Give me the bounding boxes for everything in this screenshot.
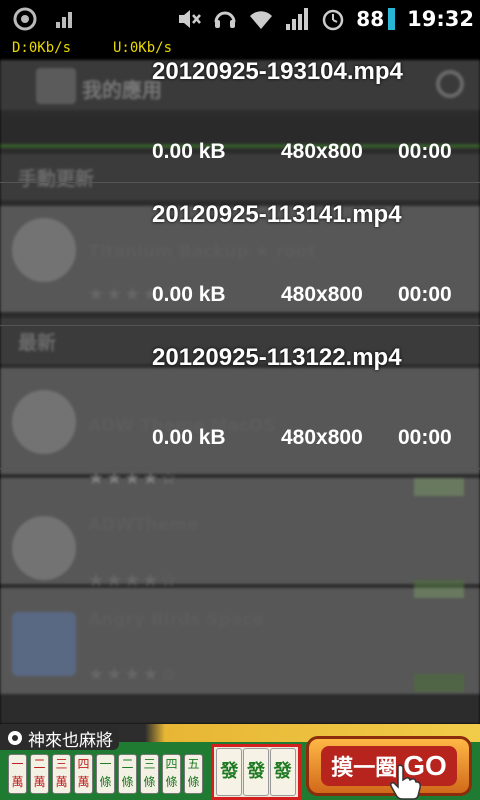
status-left (12, 6, 78, 32)
video-duration: 00:00 (398, 283, 452, 306)
video-resolution: 480x800 (281, 283, 363, 306)
headset-icon (214, 11, 236, 28)
video-size: 0.00 kB (152, 140, 226, 163)
video-duration: 00:00 (398, 426, 452, 449)
mahjong-tiles: 一萬 二萬 三萬 四萬 一條 二條 三條 四條 五條 (8, 754, 203, 794)
mahjong-tile: 二萬 (30, 754, 49, 794)
battery-level: 88 (356, 7, 385, 31)
bg-install-button (414, 674, 464, 692)
mahjong-tile: 三萬 (52, 754, 71, 794)
list-item[interactable]: 20120925-113122.mp4 0.00 kB 480x800 00:0… (0, 326, 480, 469)
pointing-hand-icon (390, 764, 421, 800)
video-resolution: 480x800 (281, 140, 363, 163)
mahjong-tile: 四萬 (74, 754, 93, 794)
clock: 19:32 (407, 7, 474, 31)
mahjong-tile: 發 (242, 748, 269, 796)
mahjong-tile: 四條 (162, 754, 181, 794)
app-icon (12, 516, 76, 580)
battery-icon (388, 8, 396, 30)
alarm-icon (323, 9, 344, 31)
list-item[interactable]: 20120925-113141.mp4 0.00 kB 480x800 00:0… (0, 183, 480, 326)
bg-app-title: ADWTheme (88, 515, 199, 535)
bg-app-title: Angry Birds Space (88, 610, 264, 630)
ad-banner[interactable]: 神來也麻將 一萬 二萬 三萬 四萬 一條 二條 三條 四條 五條 發 發 發 摸… (0, 724, 480, 800)
mahjong-tile: 五條 (184, 754, 203, 794)
mahjong-tile: 發 (269, 748, 296, 796)
mahjong-tile: 一萬 (8, 754, 27, 794)
status-right: 88 19:32 (176, 4, 474, 34)
rating-stars: ★★★★☆ (88, 664, 179, 685)
video-size: 0.00 kB (152, 426, 226, 449)
video-duration: 00:00 (398, 140, 452, 163)
mahjong-tile: 一條 (96, 754, 115, 794)
video-size: 0.00 kB (152, 283, 226, 306)
highlighted-tiles: 發 發 發 (211, 744, 301, 800)
ad-brand: 神來也麻將 (0, 724, 119, 751)
video-filename: 20120925-193104.mp4 (152, 58, 403, 85)
mahjong-logo-icon (8, 731, 22, 745)
mahjong-tile: 二條 (118, 754, 137, 794)
ad-brand-text: 神來也麻將 (28, 730, 113, 751)
list-item[interactable]: 20120925-193104.mp4 0.00 kB 480x800 00:0… (0, 40, 480, 183)
signal-bars-icon (286, 8, 309, 30)
app-icon (12, 612, 76, 676)
video-resolution: 480x800 (281, 426, 363, 449)
mahjong-tile: 發 (216, 748, 243, 796)
video-filename: 20120925-113141.mp4 (152, 201, 402, 228)
bg-app-row (0, 478, 480, 584)
wifi-icon (250, 11, 273, 29)
mahjong-tile: 三條 (140, 754, 159, 794)
mute-icon (179, 10, 202, 28)
circle-a-icon (13, 7, 37, 31)
signal-icon (56, 12, 72, 28)
video-filename: 20120925-113122.mp4 (152, 344, 402, 371)
status-bar: 88 19:32 (0, 0, 480, 38)
video-list: 20120925-193104.mp4 0.00 kB 480x800 00:0… (0, 40, 480, 469)
